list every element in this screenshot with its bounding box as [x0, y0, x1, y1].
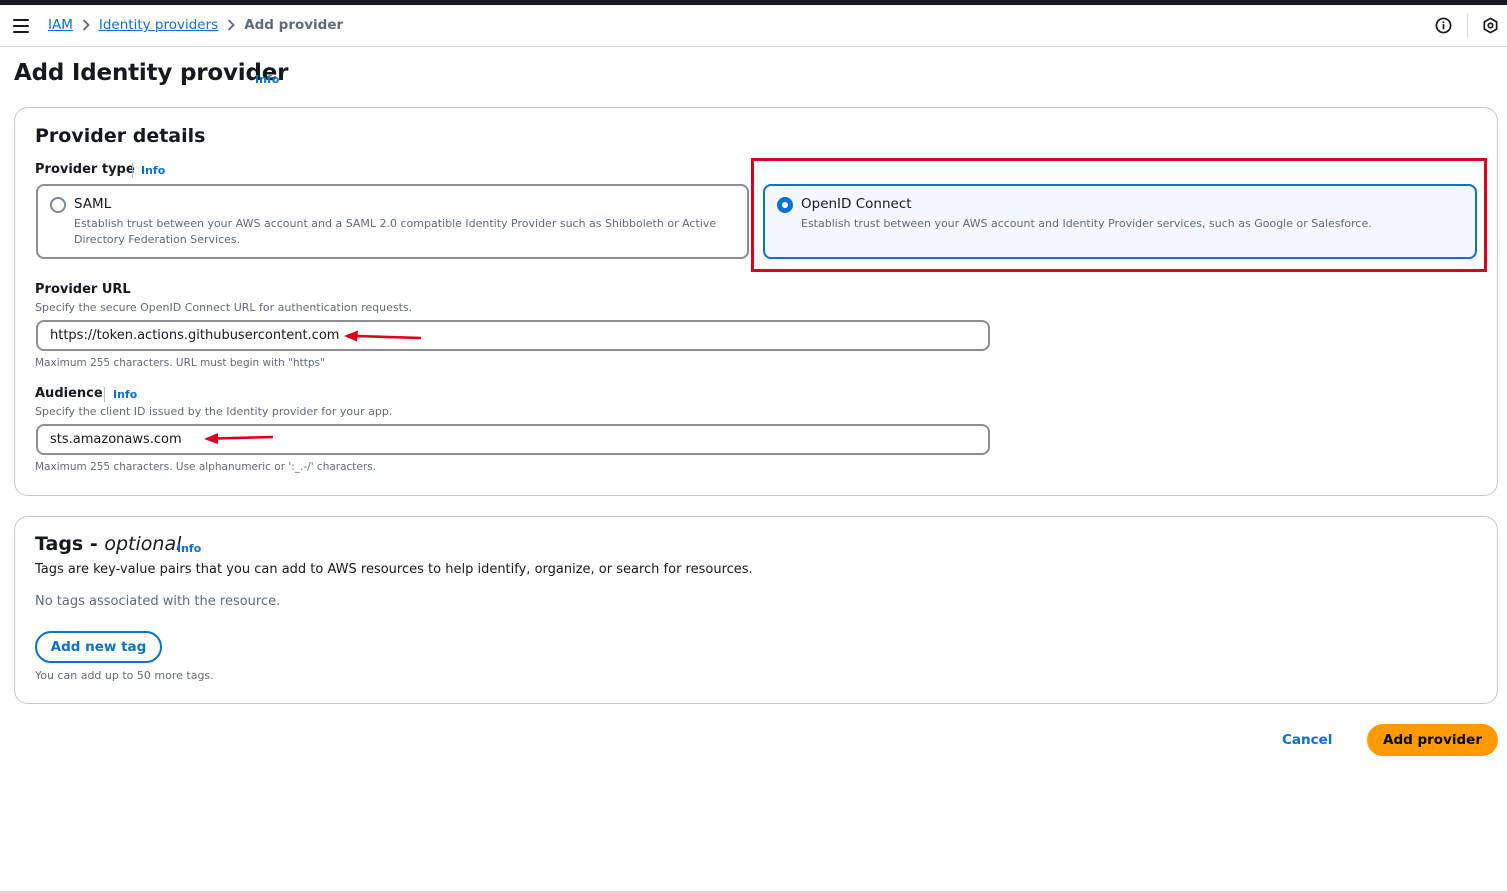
label-divider [104, 387, 105, 402]
provider-url-description: Specify the secure OpenID Connect URL fo… [35, 301, 413, 314]
tags-empty-text: No tags associated with the resource. [35, 594, 281, 609]
provider-details-heading: Provider details [35, 125, 206, 147]
audience-label: Audience [35, 386, 103, 401]
tags-hint: You can add up to 50 more tags. [35, 669, 214, 682]
provider-url-label: Provider URL [35, 282, 131, 297]
label-divider [132, 163, 133, 178]
provider-url-hint: Maximum 255 characters. URL must begin w… [35, 357, 325, 369]
add-provider-button[interactable]: Add provider [1367, 724, 1498, 756]
header-divider [1467, 14, 1468, 38]
breadcrumb: IAM Identity providers Add provider [48, 17, 343, 33]
saml-radio[interactable] [50, 197, 66, 213]
audience-input[interactable] [36, 424, 990, 455]
chevron-right-icon [73, 19, 99, 31]
provider-url-input[interactable] [36, 320, 990, 351]
oidc-description: Establish trust between your AWS account… [801, 217, 1372, 230]
tags-info-link[interactable]: Info [177, 542, 201, 555]
info-circle-icon[interactable] [1435, 17, 1452, 34]
oidc-radio[interactable] [777, 197, 793, 213]
audience-info-link[interactable]: Info [113, 388, 137, 401]
hexagon-settings-icon[interactable] [1482, 17, 1499, 34]
provider-type-saml-tile[interactable]: SAML Establish trust between your AWS ac… [36, 184, 749, 259]
tags-panel [14, 516, 1498, 704]
tags-heading: Tags - optional [35, 533, 182, 555]
annotation-arrow [204, 433, 274, 444]
audience-hint: Maximum 255 characters. Use alphanumeric… [35, 461, 377, 473]
add-new-tag-button[interactable]: Add new tag [35, 631, 162, 663]
cancel-button[interactable]: Cancel [1282, 732, 1332, 748]
tags-description: Tags are key-value pairs that you can ad… [35, 562, 753, 577]
saml-title: SAML [74, 196, 112, 212]
chevron-right-icon [218, 19, 244, 31]
provider-type-oidc-tile[interactable]: OpenID Connect Establish trust between y… [763, 184, 1477, 259]
page-info-link[interactable]: Info [255, 73, 279, 86]
audience-description: Specify the client ID issued by the Iden… [35, 405, 393, 418]
header: IAM Identity providers Add provider [0, 5, 1507, 47]
provider-type-label: Provider type [35, 162, 135, 177]
annotation-arrow [344, 330, 422, 342]
breadcrumb-iam[interactable]: IAM [48, 17, 73, 33]
breadcrumb-identity-providers[interactable]: Identity providers [99, 17, 218, 33]
oidc-title: OpenID Connect [801, 196, 912, 212]
page-title: Add Identity provider [14, 60, 289, 86]
provider-type-info-link[interactable]: Info [141, 164, 165, 177]
breadcrumb-add-provider: Add provider [244, 17, 344, 33]
saml-description: Establish trust between your AWS account… [74, 217, 717, 246]
menu-icon[interactable] [13, 19, 29, 33]
